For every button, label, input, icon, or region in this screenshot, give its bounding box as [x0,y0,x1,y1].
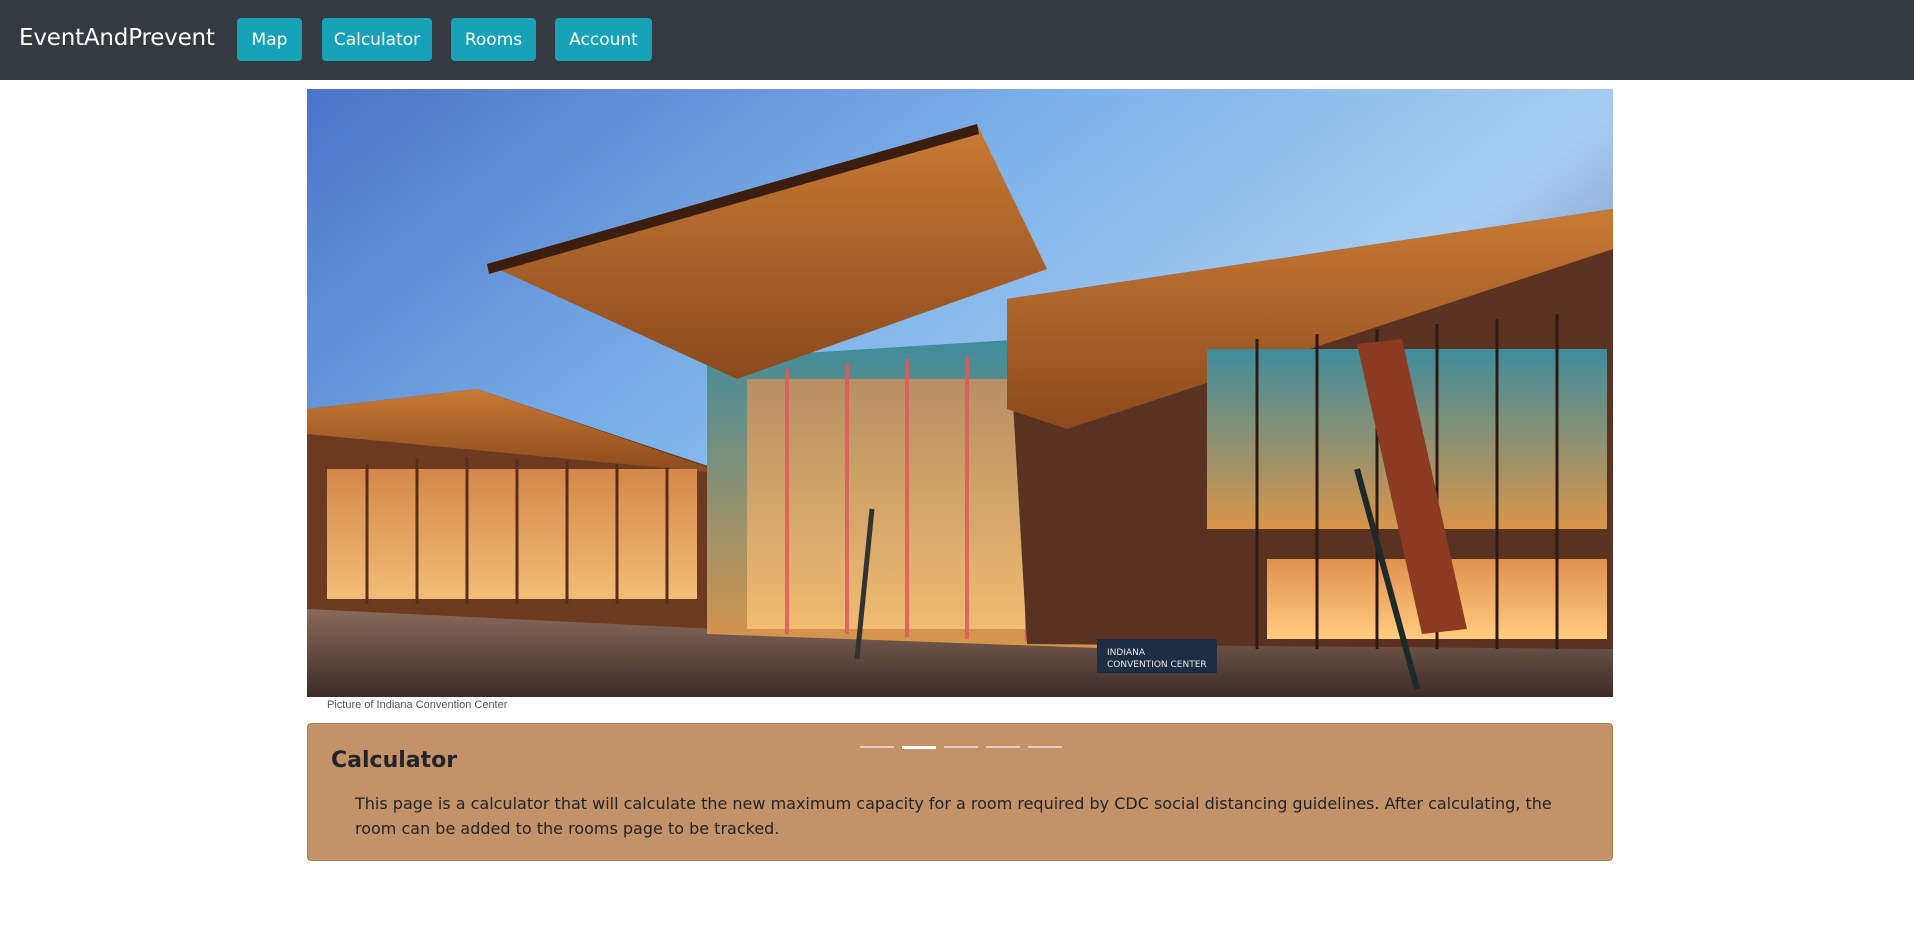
sign-text-line1: INDIANA [1107,648,1146,658]
panel-description: This page is a calculator that will calc… [355,794,1552,838]
navbar: EventAndPrevent Map Calculator Rooms Acc… [0,0,1914,80]
hero-image: INDIANA CONVENTION CENTER [307,89,1613,697]
image-caption: Picture of Indiana Convention Center [327,699,508,711]
nav-account-button[interactable]: Account [555,18,652,61]
nav-calculator-button[interactable]: Calculator [322,18,432,61]
brand-logo[interactable]: EventAndPrevent [19,25,215,51]
carousel-indicator-2[interactable] [902,746,936,749]
convention-center-photo: INDIANA CONVENTION CENTER [307,89,1613,697]
carousel-indicators [860,746,1062,749]
sign-text-line2: CONVENTION CENTER [1107,660,1207,670]
nav-map-button[interactable]: Map [237,18,302,61]
carousel-indicator-3[interactable] [944,746,978,748]
nav-rooms-button[interactable]: Rooms [451,18,536,61]
calculator-info-panel: Calculator This page is a calculator tha… [307,723,1613,861]
carousel-indicator-4[interactable] [986,746,1020,748]
carousel-indicator-5[interactable] [1028,746,1062,748]
carousel-indicator-1[interactable] [860,746,894,748]
panel-title: Calculator [331,748,458,773]
